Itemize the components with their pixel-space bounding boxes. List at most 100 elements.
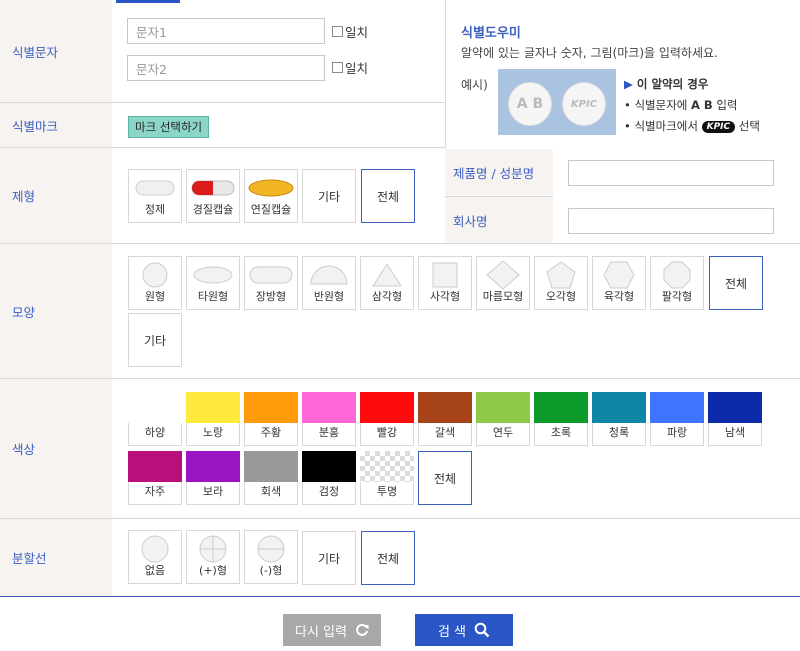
label-product-name: 제품명 / 성분명 (445, 149, 553, 195)
shape-label: 팔각형 (661, 290, 693, 303)
product-name-input[interactable] (568, 160, 774, 186)
search-button[interactable]: 검 색 (415, 614, 513, 646)
shape-option-oval[interactable]: 타원형 (186, 256, 240, 310)
pill-search-form: 식별문자 문자1 일치 문자2 일치 식별마크 마크 선택하기 식별도우미 알약… (0, 0, 800, 651)
color-label: 갈색 (434, 426, 456, 439)
helper-description: 알약에 있는 글자나 숫자, 그림(마크)을 입력하세요. (461, 46, 718, 60)
label-score-line: 분할선 (0, 519, 112, 596)
form-option-tablet[interactable]: 정제 (128, 169, 182, 223)
search-icon (474, 622, 490, 638)
color-option-6[interactable]: 연두 (476, 392, 530, 446)
score-option-minus[interactable]: (-)형 (244, 530, 298, 584)
score-option-all[interactable]: 전체 (361, 531, 415, 585)
circle-shape-icon (142, 262, 168, 288)
score-option-none[interactable]: 없음 (128, 530, 182, 584)
shape-option-circle[interactable]: 원형 (128, 256, 182, 310)
shape-option-triangle[interactable]: 삼각형 (360, 256, 414, 310)
color-swatch (302, 392, 356, 423)
color-option-12[interactable]: 보라 (186, 451, 240, 505)
form-label: 경질캡슐 (192, 203, 234, 216)
shape-option-octagon[interactable]: 팔각형 (650, 256, 704, 310)
color-option-5[interactable]: 갈색 (418, 392, 472, 446)
label-company: 회사명 (445, 196, 553, 243)
search-label: 검 색 (437, 624, 467, 640)
select-mark-button[interactable]: 마크 선택하기 (128, 116, 210, 138)
color-option-8[interactable]: 청록 (592, 392, 646, 446)
score-option-other[interactable]: 기타 (302, 531, 356, 585)
shape-label: 장방형 (255, 290, 287, 303)
color-option-0[interactable]: 하양 (128, 392, 182, 446)
tablet-icon (135, 180, 175, 196)
shape-option-hexagon[interactable]: 육각형 (592, 256, 646, 310)
octagon-shape-icon (663, 261, 691, 289)
form-option-hard-capsule[interactable]: 경질캡슐 (186, 169, 240, 223)
triangle-icon: ▶ (624, 77, 633, 91)
color-label: 하양 (144, 426, 166, 439)
pill-mark: KPIC (570, 98, 598, 110)
color-swatch (186, 392, 240, 423)
color-swatch (302, 451, 356, 482)
color-label: 투명 (376, 485, 398, 498)
color-swatch (360, 451, 414, 482)
id-text-input-1[interactable]: 문자1 (127, 18, 325, 44)
form-label: 정제 (144, 203, 166, 216)
half-circle-shape-icon (310, 265, 348, 285)
shape-option-half-circle[interactable]: 반원형 (302, 256, 356, 310)
shape-option-diamond[interactable]: 마름모형 (476, 256, 530, 310)
square-shape-icon (432, 262, 458, 288)
shape-option-other[interactable]: 기타 (128, 313, 182, 367)
color-option-1[interactable]: 노랑 (186, 392, 240, 446)
color-option-14[interactable]: 검정 (302, 451, 356, 505)
color-option-4[interactable]: 빨강 (360, 392, 414, 446)
form-option-other[interactable]: 기타 (302, 169, 356, 223)
color-option-9[interactable]: 파랑 (650, 392, 704, 446)
score-label: (+)형 (199, 564, 227, 577)
reset-button[interactable]: 다시 입력 (283, 614, 381, 646)
id-helper-panel: 식별도우미 알약에 있는 글자나 숫자, 그림(마크)을 입력하세요. 예시) … (445, 0, 800, 148)
color-option-all[interactable]: 전체 (418, 451, 472, 505)
color-label: 회색 (260, 485, 282, 498)
color-option-15[interactable]: 투명 (360, 451, 414, 505)
shape-option-square[interactable]: 사각형 (418, 256, 472, 310)
color-label: 청록 (608, 426, 630, 439)
company-input[interactable] (568, 208, 774, 234)
color-swatch (128, 392, 182, 423)
color-label: 검정 (318, 485, 340, 498)
color-option-7[interactable]: 초록 (534, 392, 588, 446)
color-option-10[interactable]: 남색 (708, 392, 762, 446)
shape-option-pentagon[interactable]: 오각형 (534, 256, 588, 310)
color-label: 전체 (433, 471, 457, 486)
label-shape: 모양 (0, 244, 112, 378)
shape-label: 사각형 (429, 290, 461, 303)
score-label: 전체 (376, 551, 400, 566)
match-checkbox-2[interactable]: 일치 (332, 58, 368, 77)
color-option-2[interactable]: 주황 (244, 392, 298, 446)
color-option-11[interactable]: 자주 (128, 451, 182, 505)
oval-shape-icon (193, 266, 233, 284)
checkbox-box[interactable] (332, 62, 343, 73)
score-option-plus[interactable]: (+)형 (186, 530, 240, 584)
color-label: 빨강 (376, 426, 398, 439)
shape-label: 오각형 (545, 290, 577, 303)
form-option-soft-capsule[interactable]: 연질캡슐 (244, 169, 298, 223)
color-label: 남색 (724, 426, 746, 439)
form-option-all[interactable]: 전체 (361, 169, 415, 223)
shape-option-all[interactable]: 전체 (709, 256, 763, 310)
minus-line-pill-icon (257, 535, 285, 563)
form-label: 기타 (317, 189, 341, 204)
checkbox-box[interactable] (332, 26, 343, 37)
example-pill-image: A B KPIC (498, 69, 616, 135)
label-form: 제형 (0, 148, 112, 243)
id-text-input-2[interactable]: 문자2 (127, 55, 325, 81)
kpic-mark-icon: KPIC (701, 120, 736, 133)
color-label: 연두 (492, 426, 514, 439)
color-option-3[interactable]: 분홍 (302, 392, 356, 446)
step1-bold: A B (691, 98, 713, 112)
match-checkbox-1[interactable]: 일치 (332, 22, 368, 41)
pill-text: A B (516, 96, 544, 112)
color-option-13[interactable]: 회색 (244, 451, 298, 505)
color-label: 자주 (144, 485, 166, 498)
shape-option-oblong[interactable]: 장방형 (244, 256, 298, 310)
match-label-1: 일치 (345, 25, 369, 40)
color-swatch (244, 451, 298, 482)
